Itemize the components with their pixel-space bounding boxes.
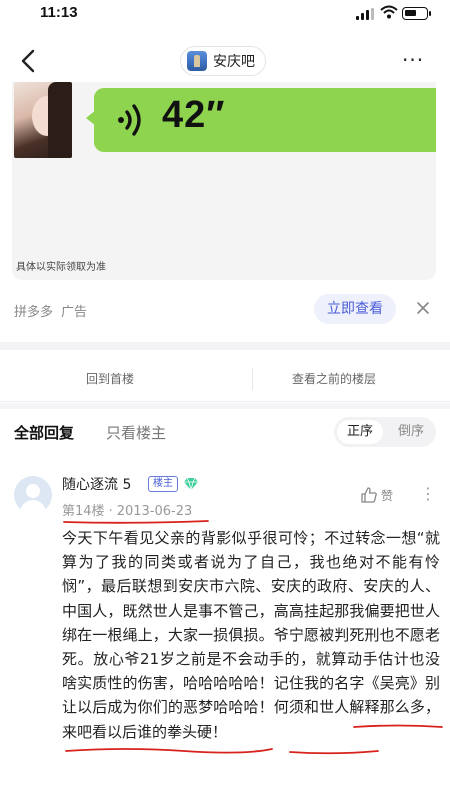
sort-descending-button[interactable]: 倒序 [390,420,432,444]
username[interactable]: 随心逐流 5 [62,474,131,494]
tab-op-only[interactable]: 只看楼主 [106,422,166,443]
red-underline-name-2 [65,748,273,754]
like-button[interactable]: 赞 [360,486,393,504]
forum-title-pill[interactable]: 安庆吧 [180,46,266,76]
more-options-icon[interactable]: ··· [402,50,424,70]
tab-all-replies[interactable]: 全部回复 [14,422,74,443]
floor-nav-divider [252,368,253,390]
red-underline-name-3 [289,750,379,755]
voice-waves-icon [118,104,141,136]
back-arrow-icon[interactable] [14,46,44,76]
close-icon[interactable] [413,298,433,318]
section-divider [0,342,450,350]
meta-dot: · [108,504,113,519]
red-underline-date [63,520,209,524]
nav-bar: 安庆吧 ··· [0,40,450,82]
voice-message-bubble: 42″ [86,88,436,152]
post-date: 2013-06-23 [116,504,193,519]
forum-logo-icon [187,51,207,71]
red-underline-name-1 [353,724,443,728]
thumbs-up-icon [361,487,377,503]
battery-icon [402,7,431,20]
floor-nav: 回到首楼 查看之前的楼层 [0,356,450,402]
forum-name: 安庆吧 [213,54,255,70]
avatar[interactable] [14,476,52,514]
ad-photo [14,82,72,158]
cellular-signal-icon [356,8,374,20]
ad-disclaimer: 具体以实际领取为准 [16,262,106,273]
floor-number: 第14楼 [62,504,105,519]
status-time: 11:13 [40,4,78,21]
ad-brand-name: 拼多多 [14,305,54,320]
wifi-icon [380,5,398,19]
back-to-first-floor-link[interactable]: 回到首楼 [86,370,134,387]
like-label: 赞 [381,488,394,503]
reply-tabs: 全部回复 只看楼主 正序 倒序 [0,414,450,452]
ad-cta-button[interactable]: 立即查看 [314,294,396,324]
ad-card[interactable]: 42″ 具体以实际领取为准 [12,82,436,280]
ad-label: 广告 [61,305,88,320]
section-divider-2 [0,403,450,409]
post-more-icon[interactable]: ⋮ [420,484,436,503]
post-meta: 第14楼 · 2013-06-23 [62,500,192,519]
ad-brand: 拼多多 广告 [14,301,87,320]
op-badge: 楼主 [148,476,178,492]
post-body: 今天下午看见父亲的背影似乎很可怜；不过转念一想“就算为了我的同类或者说为了自己，… [62,529,440,741]
voice-duration: 42″ [162,94,226,136]
ad-footer: 拼多多 广告 立即查看 [0,290,450,330]
status-bar: 11:13 [0,0,450,30]
sort-ascending-button[interactable]: 正序 [337,420,383,444]
sort-toggle: 正序 倒序 [334,417,436,447]
diamond-level-icon [184,477,198,491]
view-previous-floors-link[interactable]: 查看之前的楼层 [292,370,376,387]
reply-post: 随心逐流 5 楼主 第14楼 · 2013-06-23 赞 ⋮ 今天下午看见父亲的背… [0,466,450,800]
